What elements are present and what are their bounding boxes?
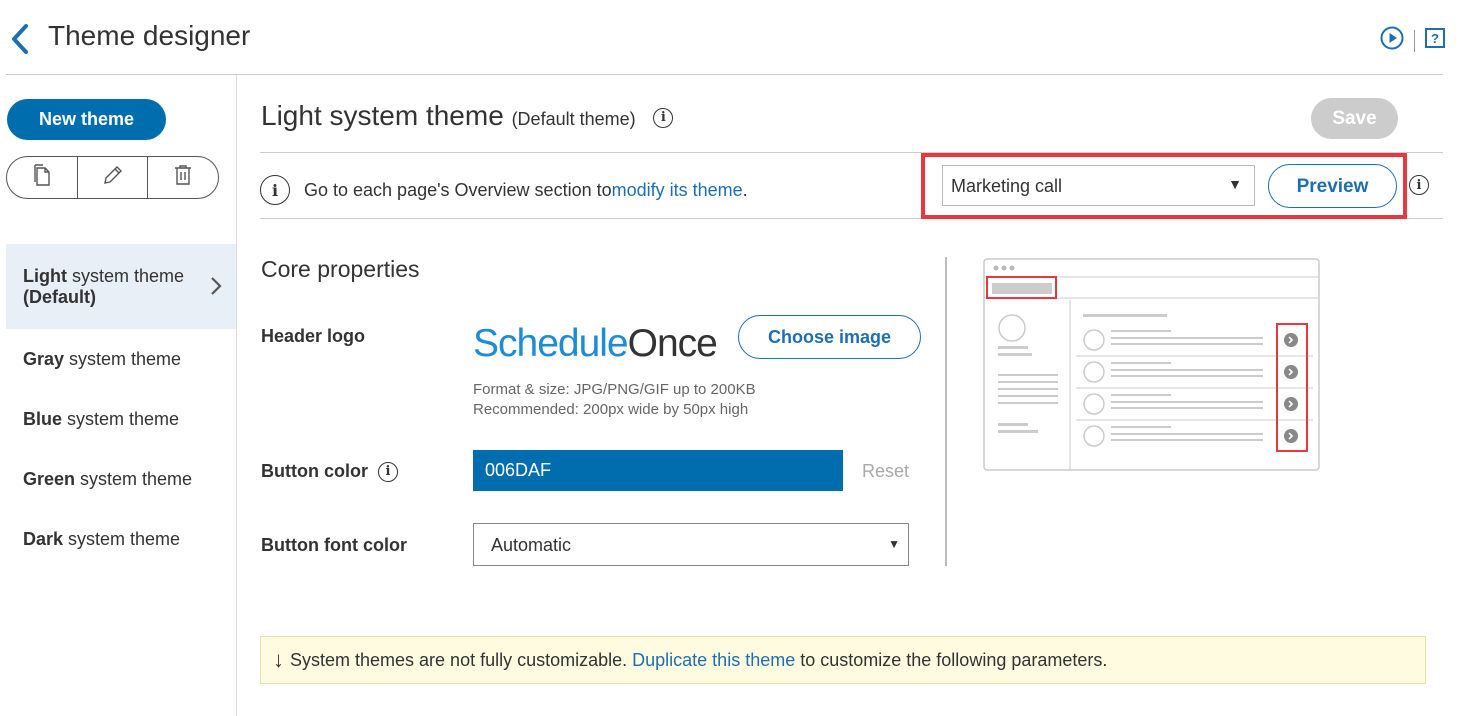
delete-button[interactable] (148, 157, 218, 198)
theme-item-gray[interactable]: Gray system theme (6, 329, 236, 389)
vertical-divider (945, 257, 947, 566)
page-title: Theme designer (48, 20, 251, 51)
theme-name-rest: system theme (64, 348, 182, 369)
duplicate-theme-link[interactable]: Duplicate this theme (632, 650, 795, 671)
info-icon[interactable]: i (653, 107, 674, 128)
help-line: Recommended: 200px wide by 50px high (473, 401, 749, 418)
schedule-once-logo: ScheduleOnce (473, 322, 718, 366)
button-color-label: Button color i (261, 461, 398, 482)
preview-button[interactable]: Preview (1268, 164, 1397, 208)
system-theme-notice: ↓ System themes are not fully customizab… (260, 636, 1426, 684)
caret-down-icon: ▼ (888, 537, 900, 551)
theme-item-green[interactable]: Green system theme (6, 449, 236, 509)
copy-icon (32, 163, 52, 192)
theme-title: Light system theme (Default theme) i (261, 100, 674, 132)
header-logo-label: Header logo (261, 326, 366, 346)
chevron-right-icon (210, 276, 222, 301)
help-icon[interactable]: ? (1425, 28, 1445, 53)
edit-button[interactable] (78, 157, 149, 198)
notice-text: System themes are not fully customizable… (290, 649, 628, 670)
arrow-down-icon: ↓ (273, 647, 284, 672)
caret-down-icon: ▼ (1228, 176, 1242, 192)
help-line: Format & size: JPG/PNG/GIF up to 200KB (473, 381, 756, 398)
theme-name-bold: Blue (23, 408, 63, 429)
theme-name-rest: system theme (62, 408, 180, 429)
notice-text-end: to customize the following parameters. (795, 649, 1108, 670)
logo-text: Once (627, 322, 718, 365)
pencil-icon (102, 164, 124, 191)
preview-page-select[interactable]: Marketing call ▼ (942, 165, 1255, 206)
theme-title-text: Light system theme (261, 100, 504, 131)
theme-tools (6, 156, 219, 199)
theme-item-dark[interactable]: Dark system theme (6, 509, 236, 569)
save-button[interactable]: Save (1311, 98, 1398, 139)
new-theme-button[interactable]: New theme (7, 99, 166, 140)
info-icon[interactable]: i (377, 461, 398, 482)
logo-help-text: Format & size: JPG/PNG/GIF up to 200KB R… (473, 380, 756, 420)
theme-item-light[interactable]: Light system theme (Default) (6, 244, 236, 329)
info-icon: i (260, 175, 290, 205)
button-font-color-select[interactable]: Automatic ▼ (473, 523, 909, 566)
logo-text: Schedule (473, 322, 629, 365)
play-video-icon[interactable] (1380, 26, 1404, 55)
preview-page-value: Marketing call (951, 176, 1063, 196)
theme-name-rest: system theme (66, 265, 185, 286)
theme-name-bold: Dark (23, 528, 64, 549)
theme-name-bold: Green (23, 468, 76, 489)
theme-name-bold: Gray (23, 348, 65, 369)
theme-subtitle: (Default theme) (511, 109, 636, 129)
banner-text: Go to each page's Overview section to (304, 179, 612, 200)
theme-preview-illustration (983, 258, 1320, 471)
button-color-input[interactable]: 006DAF (473, 450, 843, 491)
sidebar: New theme Light system theme (Default) G… (0, 75, 237, 716)
svg-text:?: ? (1431, 31, 1439, 46)
button-font-color-label: Button font color (261, 535, 407, 555)
theme-item-blue[interactable]: Blue system theme (6, 389, 236, 449)
banner-text-end: . (742, 179, 748, 200)
trash-icon (173, 164, 193, 191)
button-color-text: Button color (261, 461, 368, 481)
button-font-color-value: Automatic (491, 535, 572, 555)
theme-name-rest: system theme (75, 468, 193, 489)
section-title: Core properties (261, 256, 420, 282)
default-tag: (Default) (23, 286, 96, 307)
top-bar: Theme designer ? (0, 0, 1465, 74)
info-icon[interactable]: i (1409, 175, 1429, 195)
divider (1414, 29, 1415, 52)
theme-list: Light system theme (Default) Gray system… (6, 244, 236, 569)
reset-link[interactable]: Reset (862, 461, 909, 482)
modify-theme-link[interactable]: modify its theme (612, 180, 743, 201)
theme-name-bold: Light (23, 265, 67, 286)
choose-image-button[interactable]: Choose image (738, 315, 921, 359)
theme-name-rest: system theme (63, 528, 181, 549)
duplicate-button[interactable] (7, 157, 78, 198)
back-arrow-icon[interactable] (8, 22, 32, 56)
